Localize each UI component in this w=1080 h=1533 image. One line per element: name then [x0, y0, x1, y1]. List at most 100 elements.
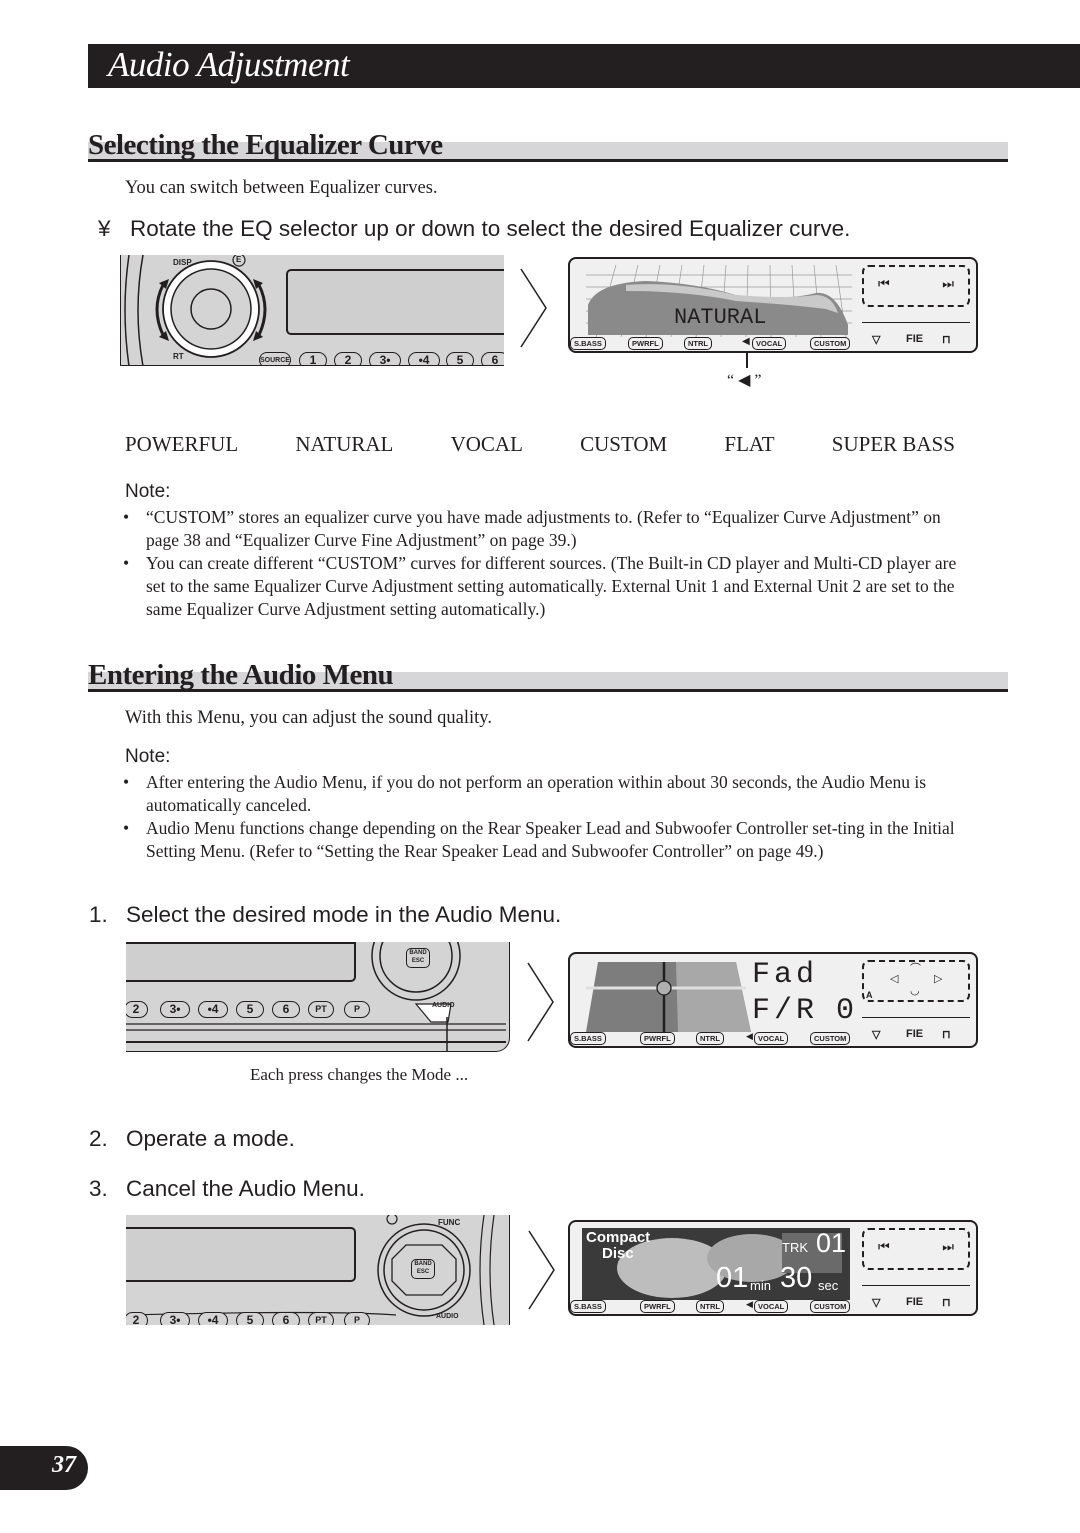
- tab-pwrfl: PWRFL: [640, 1300, 675, 1313]
- source-label-line1: Compact: [586, 1229, 651, 1246]
- track-label: TRK: [782, 1240, 808, 1255]
- panel-lcd-window: [286, 269, 504, 335]
- track-number: 01: [816, 1228, 847, 1258]
- preset-button-4[interactable]: •4: [408, 352, 440, 365]
- section-title: Selecting the Equalizer Curve: [88, 129, 443, 161]
- audio-param-label: F/R: [752, 994, 819, 1028]
- e-label: E: [236, 255, 242, 264]
- tab-custom: CUSTOM: [810, 1032, 851, 1045]
- note-list: “CUSTOM” stores an equalizer curve you h…: [123, 506, 973, 621]
- esc-label: ESC: [416, 1269, 430, 1275]
- audio-button-label[interactable]: AUDIO: [432, 1002, 455, 1009]
- tab-vocal: VOCAL: [752, 337, 787, 350]
- audio-button-label[interactable]: AUDIO: [436, 1313, 459, 1320]
- track-skip-box: ⏮ ⏭: [862, 265, 970, 307]
- note-item: After entering the Audio Menu, if you do…: [123, 771, 973, 817]
- note-label: Note:: [125, 481, 171, 502]
- p-button[interactable]: P: [344, 1312, 370, 1325]
- eq-tabs: S.BASS PWRFL NTRL ◀ VOCAL CUSTOM: [570, 1031, 860, 1046]
- pt-button[interactable]: PT: [308, 1312, 334, 1325]
- preset-button-6[interactable]: 6: [272, 1312, 300, 1325]
- step-number: 2.: [89, 1126, 108, 1151]
- lcd-display-fader: Fad F/R 0 S.BASS PWRFL NTRL ◀ VOCAL CUST…: [568, 952, 978, 1048]
- source-button[interactable]: SOURCE: [259, 352, 291, 365]
- preset-button-6[interactable]: 6: [481, 352, 504, 365]
- subwoofer-icon: ⊓: [942, 1297, 951, 1309]
- arrow-right-icon: [520, 268, 547, 348]
- func-label[interactable]: FUNC: [438, 1218, 460, 1227]
- section-intro: With this Menu, you can adjust the sound…: [125, 708, 492, 728]
- head-unit-panel-cancel: FUNC BAND ESC AUDIO 2 3• •4 5 6 PT P: [126, 1215, 510, 1325]
- section-title: Entering the Audio Menu: [88, 659, 394, 691]
- direction-box: A ◁ ⌒ ◡ ▷: [862, 960, 970, 1002]
- p-button[interactable]: P: [344, 1001, 370, 1018]
- page-number: 37: [52, 1452, 76, 1478]
- preset-button-5[interactable]: 5: [236, 1001, 264, 1018]
- note-list: After entering the Audio Menu, if you do…: [123, 771, 973, 863]
- arrow-right-icon: [527, 962, 554, 1042]
- indicator-arrow-icon: ◀: [746, 1299, 753, 1309]
- level-lines: [862, 1006, 970, 1018]
- instruction-marker: ¥: [98, 216, 111, 241]
- tab-pwrfl: PWRFL: [628, 337, 663, 350]
- source-label-line2: Disc: [602, 1245, 634, 1262]
- eq-curve-item: FLAT: [724, 432, 775, 456]
- eq-curve-item: NATURAL: [295, 432, 394, 456]
- preset-button-5[interactable]: 5: [236, 1312, 264, 1325]
- eq-curve-item: VOCAL: [450, 432, 523, 456]
- band-esc-button[interactable]: BAND ESC: [406, 948, 430, 968]
- preset-button-3[interactable]: 3•: [160, 1312, 190, 1325]
- preset-button-1[interactable]: 1: [299, 352, 327, 365]
- preset-button-5[interactable]: 5: [446, 352, 474, 365]
- multi-control-dial-icon: [127, 1215, 495, 1325]
- band-esc-button[interactable]: BAND ESC: [411, 1259, 435, 1279]
- step-text: Operate a mode.: [126, 1126, 295, 1151]
- eq-tabs: S.BASS PWRFL NTRL ◀ VOCAL CUSTOM: [570, 336, 860, 351]
- preset-button-6[interactable]: 6: [272, 1001, 300, 1018]
- step-number: 1.: [89, 902, 108, 927]
- arrow-right-icon: [528, 1230, 555, 1310]
- chapter-title: Audio Adjustment: [108, 45, 350, 84]
- fie-label: FIE: [906, 333, 924, 345]
- section-heading-audio-menu: Entering the Audio Menu: [88, 658, 1008, 694]
- seconds-label: sec: [818, 1278, 839, 1293]
- next-track-icon: ⏭: [942, 277, 954, 292]
- preset-button-2[interactable]: 2: [334, 352, 362, 365]
- section-intro: You can switch between Equalizer curves.: [125, 178, 438, 198]
- head-unit-panel-eq: DISP E RT SOURCE 1 2 3• •4 5 6: [120, 255, 504, 366]
- band-label: BAND: [409, 950, 427, 956]
- eq-curve-item: CUSTOM: [580, 432, 668, 456]
- eq-curve-graphic: NATURAL: [586, 265, 852, 337]
- audio-button-caption: Each press changes the Mode ...: [250, 1065, 469, 1084]
- preset-button-2[interactable]: 2: [126, 1001, 148, 1018]
- audio-mode-name: Fad: [752, 958, 819, 992]
- eq-curve-item: POWERFUL: [125, 432, 239, 456]
- preset-button-4[interactable]: •4: [198, 1001, 228, 1018]
- instruction-text: Rotate the EQ selector up or down to sel…: [130, 216, 851, 241]
- down-arrow-icon: ◡: [910, 985, 920, 997]
- tab-custom: CUSTOM: [810, 1300, 851, 1313]
- tab-vocal: VOCAL: [754, 1032, 789, 1045]
- step-text: Select the desired mode in the Audio Men…: [126, 902, 562, 927]
- track-skip-box: ⏮ ⏭: [862, 1228, 970, 1270]
- preset-button-4[interactable]: •4: [198, 1312, 228, 1325]
- note-item: You can create different “CUSTOM” curves…: [123, 552, 973, 621]
- lcd-display-cd: Compact Disc TRK 01 01 min 30 sec S.BASS…: [568, 1220, 978, 1316]
- pt-button[interactable]: PT: [308, 1001, 334, 1018]
- tab-vocal: VOCAL: [754, 1300, 789, 1313]
- tab-ntrl: NTRL: [696, 1032, 724, 1045]
- speaker-icon: ▽: [872, 1297, 881, 1309]
- multi-control-dial-icon: [126, 942, 506, 1051]
- preset-button-3[interactable]: 3•: [160, 1001, 190, 1018]
- speaker-icon: ▽: [872, 334, 881, 346]
- indicator-caption: “ ◀ ”: [727, 372, 762, 389]
- step-number: 3.: [89, 1176, 108, 1201]
- speaker-icon: ▽: [872, 1029, 881, 1041]
- tab-s-bass: S.BASS: [570, 1032, 606, 1045]
- preset-button-3[interactable]: 3•: [369, 352, 401, 365]
- eq-curve-item: SUPER BASS: [831, 432, 955, 456]
- tab-ntrl: NTRL: [696, 1300, 724, 1313]
- level-lines: [862, 1274, 970, 1286]
- subwoofer-icon: ⊓: [942, 1029, 951, 1041]
- preset-button-2[interactable]: 2: [126, 1312, 148, 1325]
